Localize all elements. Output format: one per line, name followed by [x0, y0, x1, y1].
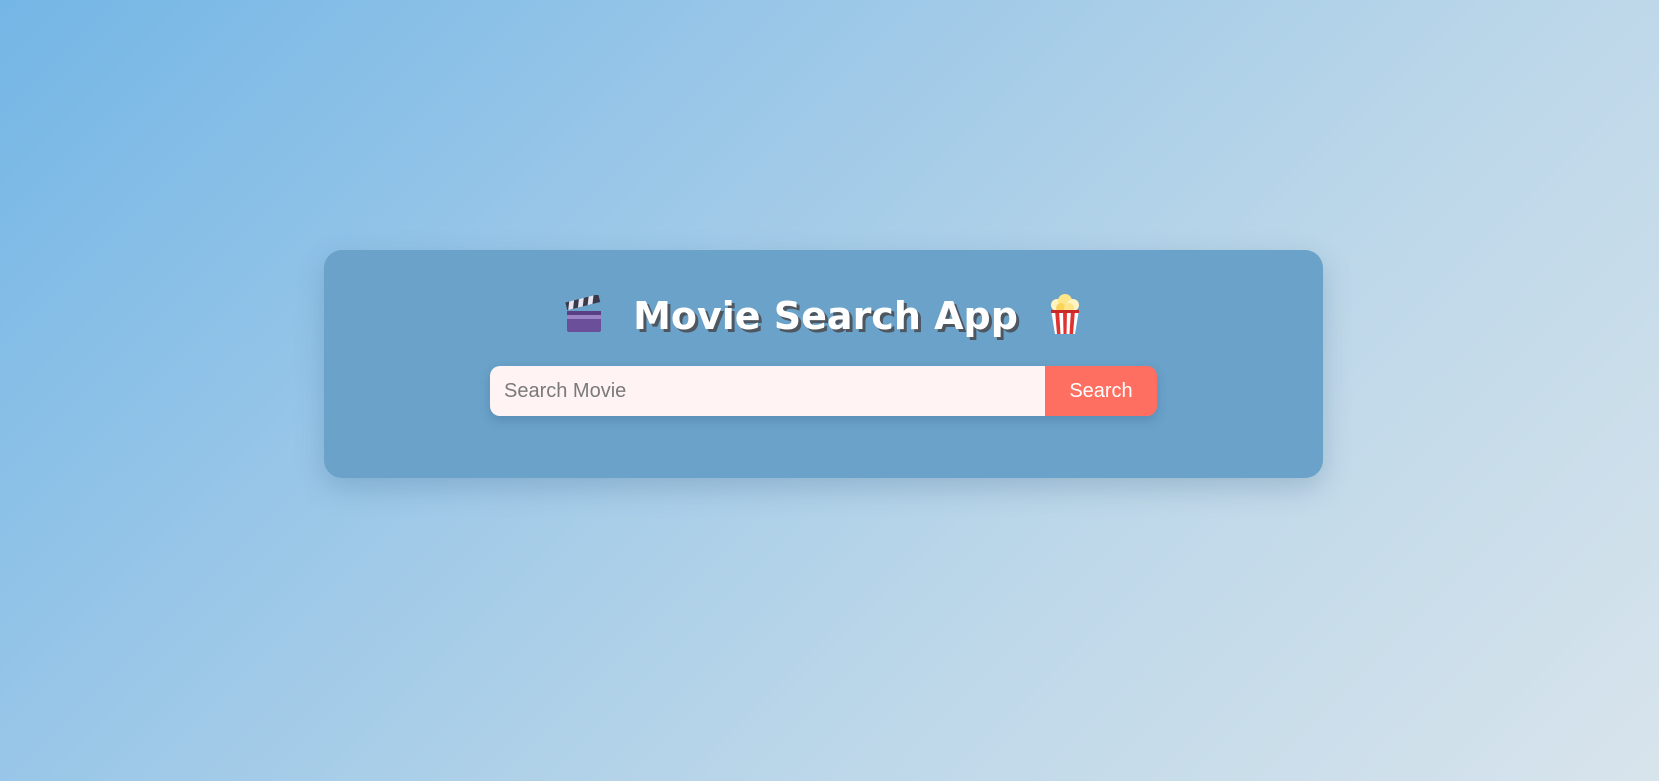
popcorn-icon [1047, 293, 1083, 350]
search-input[interactable] [490, 366, 1045, 416]
search-card: Movie Search App Search [324, 250, 1323, 478]
page-title: Movie Search App [324, 288, 1323, 350]
app-title: Movie Search App [633, 294, 1018, 338]
clapper-board-icon [564, 294, 604, 350]
search-bar: Search [490, 366, 1157, 416]
search-button[interactable]: Search [1045, 366, 1157, 416]
